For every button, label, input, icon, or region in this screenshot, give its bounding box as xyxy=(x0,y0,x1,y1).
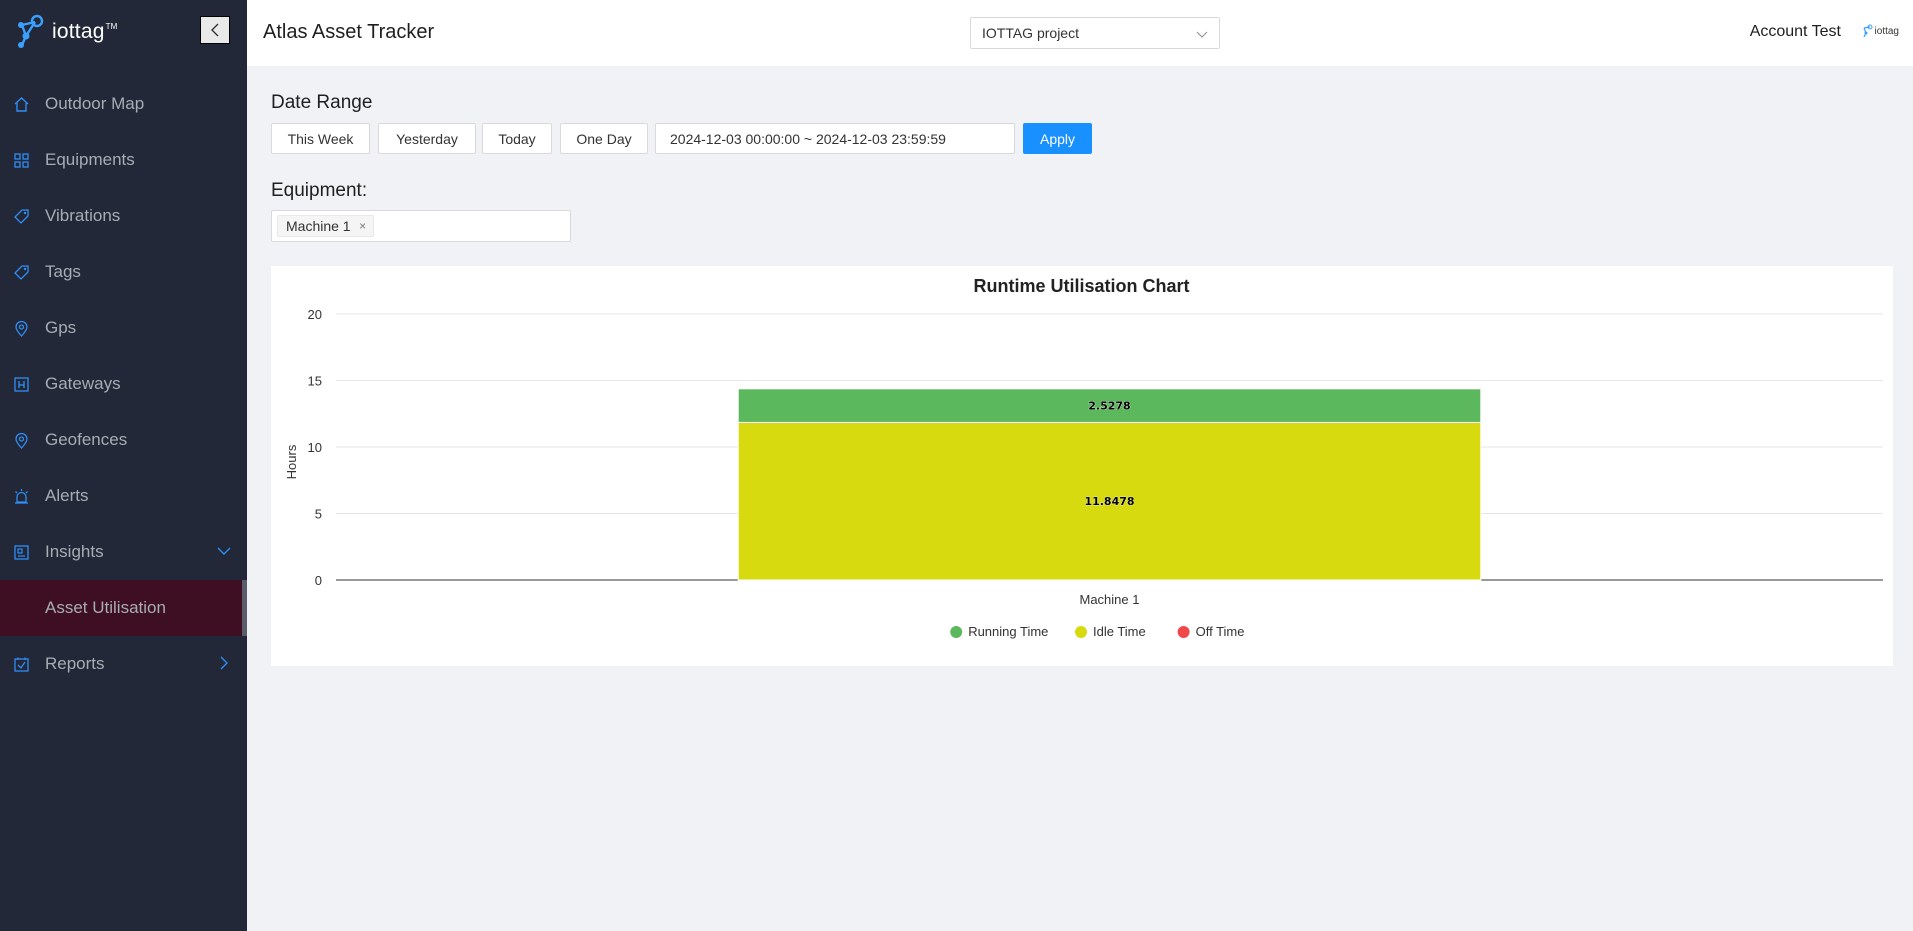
sidebar-item-insights[interactable]: Insights xyxy=(0,524,247,580)
sidebar-item-geofences[interactable]: Geofences xyxy=(0,412,247,468)
equipment-tag-label: Machine 1 xyxy=(286,218,351,234)
header-logo-text: iottag xyxy=(1874,25,1899,37)
one-day-button[interactable]: One Day xyxy=(560,123,648,154)
sidebar-item-vibrations[interactable]: Vibrations xyxy=(0,188,247,244)
iottag-logo-icon xyxy=(18,14,44,48)
sidebar-item-gateways[interactable]: Gateways xyxy=(0,356,247,412)
location-pin-icon xyxy=(13,320,30,337)
sidebar-item-label: Vibrations xyxy=(45,206,121,225)
home-icon xyxy=(13,96,30,113)
location-pin-icon xyxy=(13,432,30,449)
legend-marker xyxy=(1177,626,1190,638)
equipment-tag: Machine 1 × xyxy=(277,215,374,237)
sidebar-item-label: Outdoor Map xyxy=(45,94,145,113)
legend-marker xyxy=(1075,626,1087,638)
gateway-icon xyxy=(13,376,30,393)
grid-icon xyxy=(13,152,30,169)
sidebar: iottagTM Outdoor Map Equipments Vibratio… xyxy=(0,0,247,931)
chevron-left-icon xyxy=(211,23,219,37)
y-tick-label: 20 xyxy=(308,307,322,322)
legend-marker xyxy=(950,626,963,638)
chevron-down-icon xyxy=(1196,31,1208,38)
sidebar-item-label: Gps xyxy=(45,318,77,337)
y-tick-label: 15 xyxy=(308,374,322,389)
sidebar-item-label: Gateways xyxy=(45,374,121,393)
chevron-down-icon xyxy=(217,547,231,555)
sidebar-item-reports[interactable]: Reports xyxy=(0,636,247,692)
yesterday-button[interactable]: Yesterday xyxy=(378,123,476,154)
data-label: 11.8478 xyxy=(1084,495,1134,508)
sidebar-item-label: Equipments xyxy=(45,150,135,169)
page-title: Atlas Asset Tracker xyxy=(263,21,435,43)
checkbox-icon xyxy=(13,656,30,673)
data-label: 2.5278 xyxy=(1088,400,1130,413)
chart-title: Runtime Utilisation Chart xyxy=(973,276,1189,296)
chart-board-icon xyxy=(13,544,30,561)
tag-icon xyxy=(13,264,30,281)
runtime-utilisation-chart: Runtime Utilisation Chart05101520Hours01… xyxy=(284,276,1883,639)
close-icon[interactable]: × xyxy=(357,219,369,233)
logo-text: iottagTM xyxy=(52,20,118,43)
legend-label: Idle Time xyxy=(1093,624,1146,639)
runtime-chart-card: Runtime Utilisation Chart05101520Hours01… xyxy=(271,266,1893,666)
y-axis-label: Hours xyxy=(284,444,299,479)
alarm-icon xyxy=(13,488,30,505)
sidebar-item-outdoor-map[interactable]: Outdoor Map xyxy=(0,76,247,132)
sidebar-item-gps[interactable]: Gps xyxy=(0,300,247,356)
today-button[interactable]: Today xyxy=(482,123,552,154)
sidebar-item-asset-utilisation[interactable]: Asset Utilisation xyxy=(0,580,247,636)
sidebar-item-label: Asset Utilisation xyxy=(45,598,166,617)
y-tick-label: 10 xyxy=(308,440,322,455)
top-header: Atlas Asset Tracker IOTTAG project Accou… xyxy=(247,0,1913,66)
legend-label: Off Time xyxy=(1196,624,1245,639)
project-select-value: IOTTAG project xyxy=(982,25,1079,41)
this-week-button[interactable]: This Week xyxy=(271,123,370,154)
sidebar-item-alerts[interactable]: Alerts xyxy=(0,468,247,524)
sidebar-item-equipments[interactable]: Equipments xyxy=(0,132,247,188)
sidebar-item-label: Alerts xyxy=(45,486,89,505)
active-indicator xyxy=(242,580,247,636)
sidebar-item-label: Tags xyxy=(45,262,81,281)
y-tick-label: 5 xyxy=(315,507,322,522)
sidebar-item-label: Geofences xyxy=(45,430,128,449)
equipment-select[interactable]: Machine 1 × xyxy=(271,210,571,242)
sidebar-item-label: Insights xyxy=(45,542,104,561)
apply-button[interactable]: Apply xyxy=(1023,123,1092,154)
project-select[interactable]: IOTTAG project xyxy=(970,17,1220,49)
tag-icon xyxy=(13,208,30,225)
date-range-title: Date Range xyxy=(271,92,373,113)
sidebar-item-label: Reports xyxy=(45,654,105,673)
legend-label: Running Time xyxy=(968,624,1048,639)
collapse-sidebar-button[interactable] xyxy=(200,16,230,44)
equipment-title: Equipment: xyxy=(271,180,368,201)
logo: iottagTM xyxy=(0,0,247,64)
chevron-right-icon xyxy=(220,656,228,670)
x-tick-label: Machine 1 xyxy=(1080,592,1140,607)
header-logo: iottag xyxy=(1860,24,1899,38)
y-tick-label: 0 xyxy=(315,573,322,588)
account-name[interactable]: Account Test xyxy=(1750,23,1841,41)
iottag-logo-icon xyxy=(1862,24,1873,38)
date-range-input[interactable]: 2024-12-03 00:00:00 ~ 2024-12-03 23:59:5… xyxy=(655,123,1015,154)
sidebar-item-tags[interactable]: Tags xyxy=(0,244,247,300)
